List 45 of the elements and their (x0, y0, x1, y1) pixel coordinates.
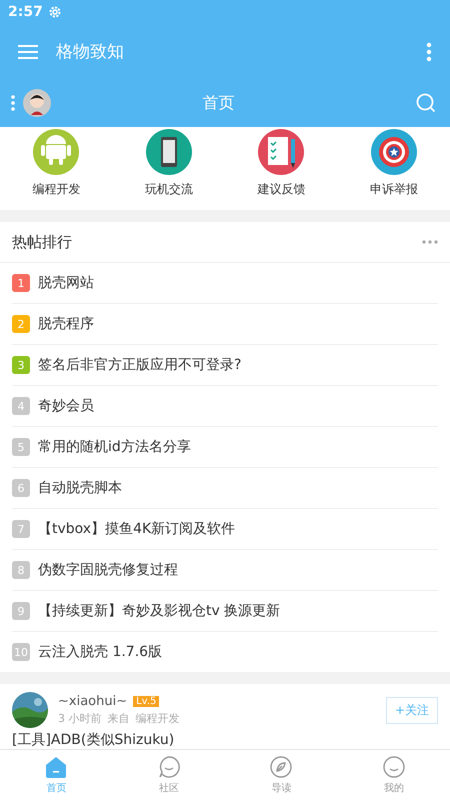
avatar-icon[interactable] (23, 89, 51, 118)
search-icon[interactable] (416, 93, 436, 114)
more-icon[interactable] (11, 95, 15, 112)
post-title: 自动脱壳脚本 (38, 479, 122, 498)
rank-badge: 2 (12, 315, 30, 334)
post-title: 伪数字固脱壳修复过程 (38, 561, 178, 580)
settings-icon (48, 4, 62, 19)
rank-badge: 3 (12, 356, 30, 374)
chat-bubble-icon (156, 755, 181, 780)
app-title: 格物致知 (56, 41, 125, 64)
android-icon[interactable] (33, 129, 80, 176)
post-title: 常用的随机id方法名分享 (38, 438, 191, 456)
hot-post-item[interactable]: 1 脱壳网站 (12, 263, 438, 304)
home-icon (44, 755, 68, 780)
category-label[interactable]: 申诉举报 (370, 181, 418, 198)
post-title: 云注入脱壳 1.7.6版 (38, 643, 162, 662)
category-label[interactable]: 编程开发 (32, 181, 80, 198)
checklist-icon[interactable] (258, 129, 304, 176)
hot-post-item[interactable]: 3 签名后非官方正版应用不可登录? (12, 345, 438, 386)
avatar-icon[interactable] (12, 692, 48, 728)
menu-icon[interactable] (18, 44, 38, 60)
compass-icon (269, 755, 294, 780)
shield-icon[interactable] (370, 129, 417, 176)
smiley-icon (382, 755, 406, 780)
source-label: 来自 (108, 711, 130, 726)
category-label[interactable]: 玩机交流 (144, 181, 193, 198)
page-title: 首页 (202, 92, 236, 114)
post-time: 3 小时前 (58, 711, 102, 726)
post-title: 奇妙会员 (38, 397, 94, 416)
section-title: 热帖排行 (12, 232, 72, 252)
status-time: 2:57 (8, 4, 43, 20)
post-title: 脱壳网站 (38, 274, 94, 292)
author-name[interactable]: ~xiaohui~ (58, 694, 128, 710)
more-icon[interactable] (422, 240, 438, 244)
post-title[interactable]: [工具]ADB(类似Shizuku) (12, 731, 438, 750)
phone-icon[interactable] (146, 129, 192, 176)
post-title: 脱壳程序 (38, 315, 94, 334)
hot-post-item[interactable]: 2 脱壳程序 (12, 304, 438, 346)
post-title: 【持续更新】奇妙及影视仓tv 换源更新 (38, 602, 280, 620)
post-title: 【tvbox】摸鱼4K新订阅及软件 (38, 520, 236, 538)
rank-badge: 1 (12, 274, 30, 292)
category-label[interactable]: 建议反馈 (257, 181, 306, 198)
level-badge: Lv.5 (133, 696, 160, 708)
more-icon[interactable] (426, 42, 432, 62)
post-title: 签名后非官方正版应用不可登录? (38, 356, 242, 374)
